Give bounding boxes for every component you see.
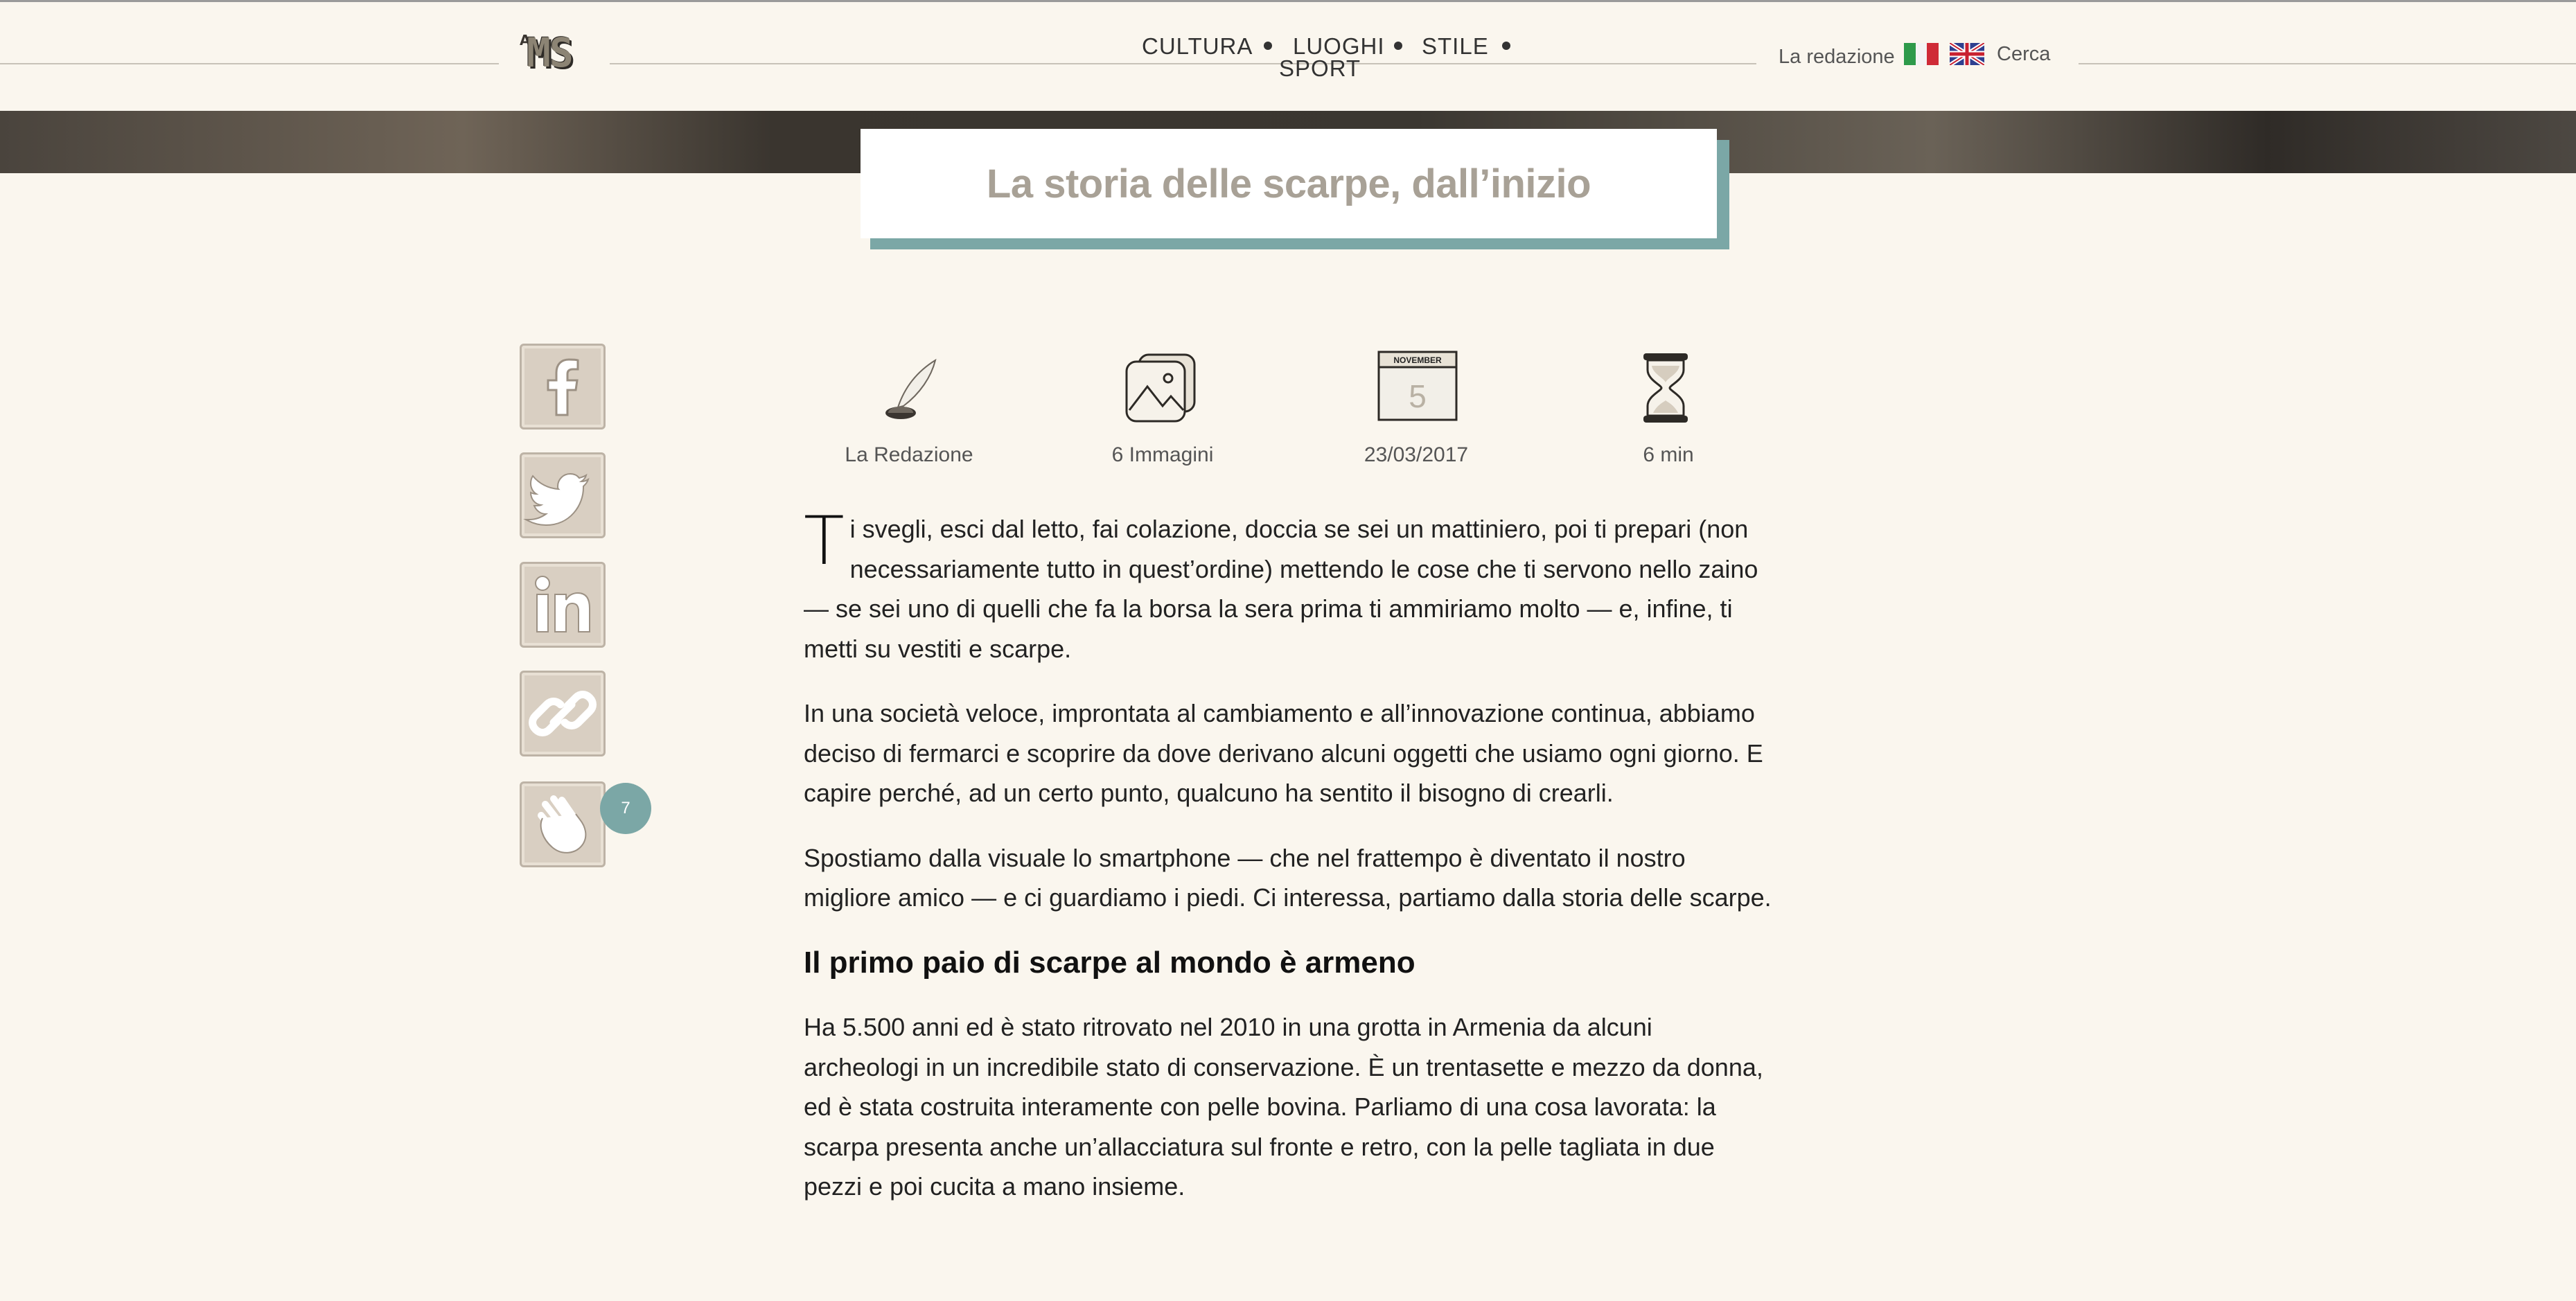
top-border bbox=[0, 0, 2576, 2]
header-divider-right bbox=[2079, 63, 2576, 64]
nav-separator bbox=[1264, 42, 1272, 50]
paragraph: Spostiamo dalla visuale lo smartphone — … bbox=[804, 843, 1772, 912]
uk-flag-icon[interactable] bbox=[1950, 43, 1984, 65]
nav-stile[interactable]: STILE bbox=[1422, 33, 1489, 60]
images-count-label[interactable]: 6 Immagini bbox=[1059, 443, 1267, 467]
date-label: 23/03/2017 bbox=[1364, 443, 1469, 466]
images-icon bbox=[1125, 353, 1196, 423]
clap-icon bbox=[538, 795, 587, 853]
share-facebook-button[interactable] bbox=[520, 344, 606, 430]
paragraph-text: i svegli, esci dal letto, fai colazione,… bbox=[804, 515, 1758, 663]
section-heading: Il primo paio di scarpe al mondo è armen… bbox=[804, 945, 1415, 980]
author-label: La Redazione bbox=[845, 443, 973, 466]
read-time-label: 6 min bbox=[1643, 443, 1694, 466]
share-link-button[interactable] bbox=[520, 671, 606, 756]
paragraph: In una società veloce, improntata al cam… bbox=[804, 699, 1763, 807]
article-body: Ti svegli, esci dal letto, fai colazione… bbox=[804, 502, 1774, 1232]
facebook-icon bbox=[547, 358, 579, 416]
drop-cap: T bbox=[804, 502, 845, 580]
site-logo[interactable]: A MS bbox=[520, 29, 589, 78]
header-divider-left bbox=[0, 63, 499, 64]
calendar-icon: NOVEMBER 5 bbox=[1377, 351, 1458, 421]
header-divider-middle bbox=[610, 63, 1756, 64]
paragraph: Ti svegli, esci dal letto, fai colazione… bbox=[804, 502, 1774, 669]
twitter-icon bbox=[523, 472, 590, 526]
italian-flag-icon[interactable] bbox=[1904, 43, 1939, 65]
nav-sport[interactable]: SPORT bbox=[1279, 55, 1361, 82]
clap-button[interactable] bbox=[520, 781, 606, 867]
article-title: La storia delle scarpe, dall’inizio bbox=[986, 161, 1591, 206]
linkedin-icon bbox=[535, 576, 590, 632]
quill-icon bbox=[885, 358, 937, 419]
calendar-day: 5 bbox=[1409, 378, 1427, 414]
paragraph: Ha 5.500 anni ed è stato ritrovato nel 2… bbox=[804, 1013, 1763, 1201]
nav-separator bbox=[1502, 42, 1510, 50]
nav-separator bbox=[1394, 42, 1402, 50]
link-icon bbox=[529, 691, 597, 736]
share-linkedin-button[interactable] bbox=[520, 562, 606, 648]
search-link[interactable]: Cerca bbox=[1997, 43, 2050, 66]
clap-count-badge: 7 bbox=[600, 783, 651, 834]
redazione-link[interactable]: La redazione bbox=[1779, 46, 1895, 69]
hourglass-icon bbox=[1643, 353, 1688, 423]
share-twitter-button[interactable] bbox=[520, 452, 606, 538]
calendar-month: NOVEMBER bbox=[1393, 355, 1442, 365]
title-card: La storia delle scarpe, dall’inizio bbox=[861, 129, 1717, 238]
nav-cultura[interactable]: CULTURA bbox=[1142, 33, 1253, 60]
logo-text: MS bbox=[527, 29, 574, 76]
